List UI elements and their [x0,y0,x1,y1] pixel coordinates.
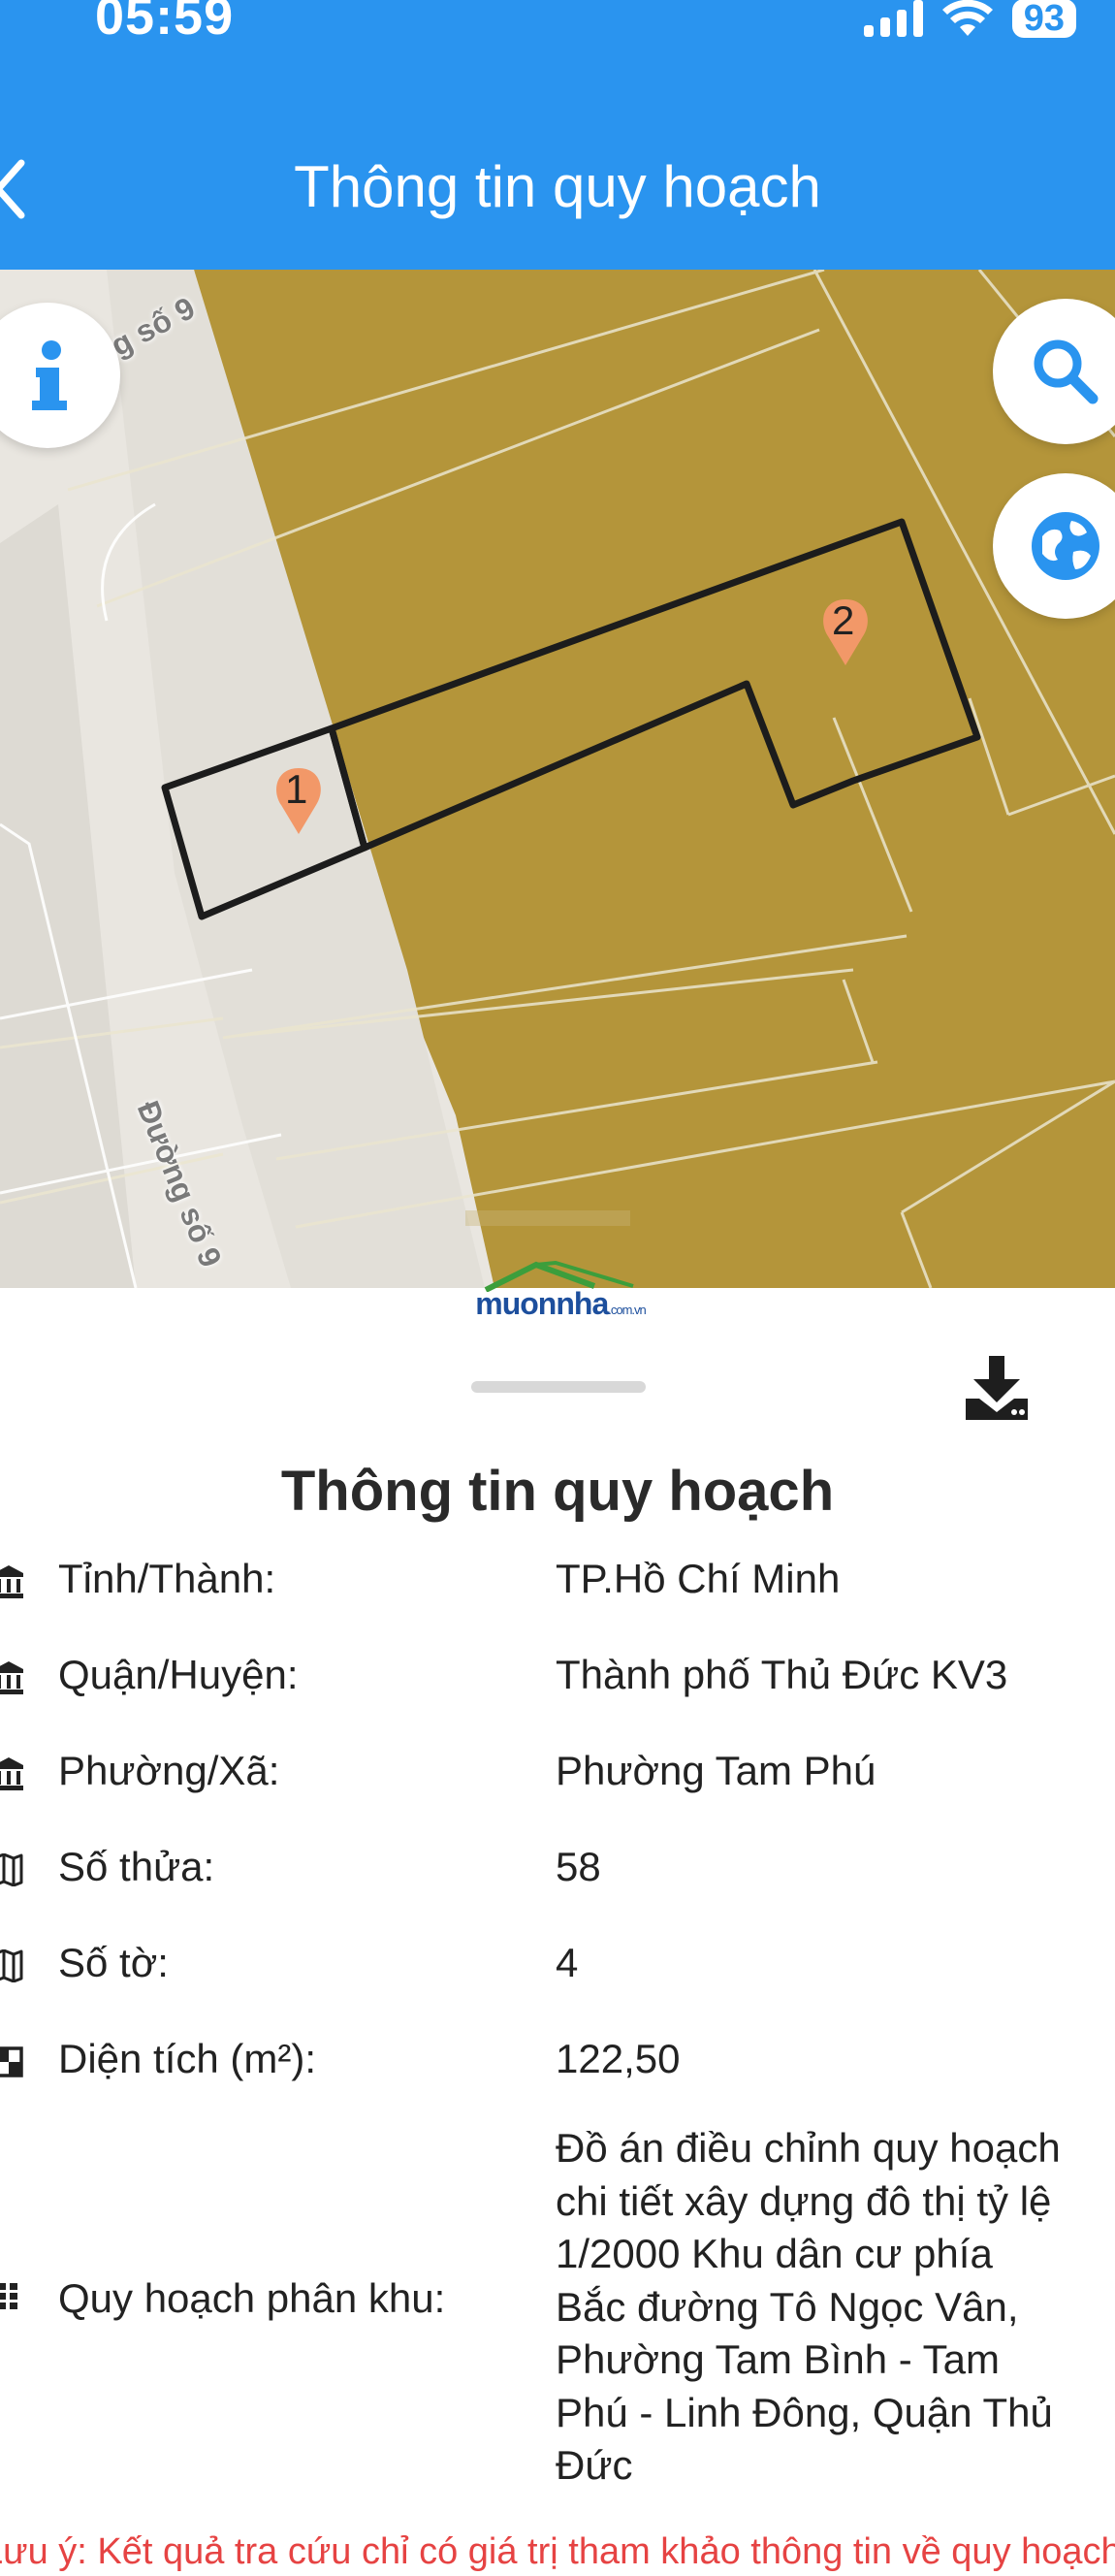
row-value: 4 [556,1940,579,1985]
row-value-multiline: Đồ án điều chỉnh quy hoạch chi tiết xây … [556,2122,1061,2493]
bank-icon [0,1757,23,1790]
value-line: Phường Tam Bình - Tam [556,2336,1000,2382]
status-icons: 93 [863,0,1076,43]
map-icon [0,1853,23,1886]
bank-icon [0,1661,23,1694]
planning-map[interactable]: Đường số 9 Đường số 9 1 2 [0,270,1115,1288]
info-icon [32,340,67,410]
value-line: Đức [556,2442,633,2488]
download-icon[interactable] [966,1356,1028,1420]
row-label: Số thửa: [58,1844,215,1889]
area-icon [0,2046,23,2077]
bank-icon [0,1565,23,1598]
value-line: Phú - Linh Đông, Quận Thủ [556,2389,1053,2435]
row-value: Thành phố Thủ Đức KV3 [556,1652,1008,1697]
row-label: Quận/Huyện: [58,1652,299,1697]
search-icon [1034,339,1099,404]
row-value: 58 [556,1844,601,1889]
row-label: Tỉnh/Thành: [58,1556,276,1601]
logo-name: muonnha [475,1286,609,1321]
app-header: 05:59 93 Thông tin quy hoạch [0,0,1115,270]
signal-icon [863,0,923,37]
row-label: Phường/Xã: [58,1748,280,1793]
row-value: 122,50 [556,2036,681,2081]
map-icon [0,1949,23,1982]
row-label: Số tờ: [58,1940,169,1985]
value-line: 1/2000 Khu dân cư phía [556,2231,993,2276]
globe-icon [1032,512,1099,580]
value-line: Bắc đường Tô Ngọc Vân, [556,2283,1019,2330]
page-title: Thông tin quy hoạch [294,154,821,219]
parcel-marker-label[interactable]: 2 [832,597,854,644]
row-value: Phường Tam Phú [556,1748,876,1793]
battery-indicator: 93 [1011,0,1076,38]
disclaimer-note: Lưu ý: Kết quả tra cứu chỉ có giá trị th… [0,2531,1115,2572]
value-line: chi tiết xây dựng đô thị tỷ lệ [556,2177,1052,2224]
row-value: TP.Hồ Chí Minh [556,1556,841,1601]
grid-icon [0,2283,17,2309]
sheet-drag-handle[interactable] [471,1381,646,1393]
row-label: Diện tích (m²): [58,2036,317,2081]
parcel-marker-label[interactable]: 1 [285,766,307,813]
wifi-icon [941,0,993,36]
value-line: Đồ án điều chỉnh quy hoạch [556,2125,1061,2171]
muonnha-logo: muonnha.com.vn [463,1261,657,1321]
status-time: 05:59 [95,0,235,46]
sheet-title: Thông tin quy hoạch [280,1460,835,1523]
row-label: Quy hoạch phân khu: [58,2275,446,2321]
logo-suffix: .com.vn [608,1303,647,1317]
